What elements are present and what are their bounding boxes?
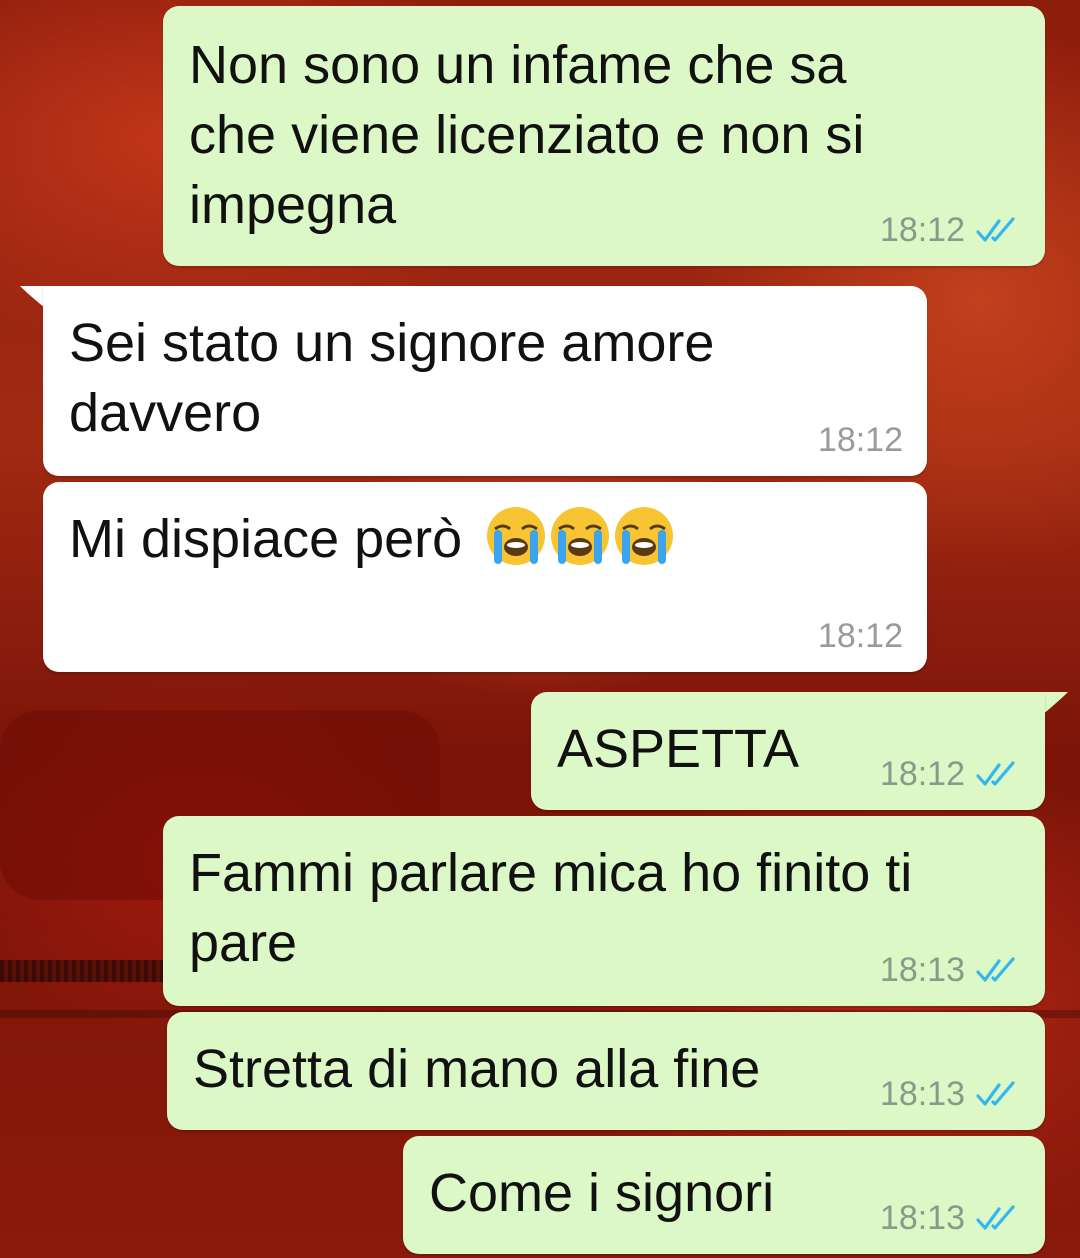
double-check-read-icon <box>976 1081 1015 1106</box>
message-time: 18:12 <box>817 617 903 655</box>
message-text: Sei stato un signore amore davvero <box>69 313 715 443</box>
message-time: 18:12 <box>879 755 965 793</box>
message-meta: 18:12 <box>880 754 1021 794</box>
double-check-read-icon <box>976 217 1015 242</box>
outgoing-message[interactable]: Fammi parlare mica ho finito ti pare 18:… <box>163 816 1045 1006</box>
double-check-read-icon <box>976 761 1015 786</box>
loudly-crying-face-icon <box>485 505 547 567</box>
message-time: 18:13 <box>879 1199 965 1237</box>
message-time: 18:12 <box>879 211 965 249</box>
message-meta: 18:13 <box>880 1198 1021 1238</box>
message-meta: 18:12 <box>880 210 1021 250</box>
wallpaper-decoration <box>0 960 170 982</box>
message-meta: 18:13 <box>880 1074 1021 1114</box>
message-text: Mi dispiace però <box>69 509 463 569</box>
double-check-read-icon <box>976 1205 1015 1230</box>
message-time: 18:13 <box>879 1075 965 1113</box>
outgoing-message[interactable]: Stretta di mano alla fine 18:13 <box>167 1012 1045 1130</box>
outgoing-message[interactable]: Non sono un infame che sa che viene lice… <box>163 6 1045 266</box>
message-meta: 18:13 <box>880 950 1021 990</box>
outgoing-message[interactable]: Come i signori 18:13 <box>403 1136 1045 1254</box>
message-text-line: Mi dispiace però <box>69 504 901 574</box>
outgoing-message[interactable]: ASPETTA 18:12 <box>531 692 1045 810</box>
incoming-message[interactable]: Mi dispiace però 18:12 <box>43 482 927 672</box>
loudly-crying-face-icon <box>613 505 675 567</box>
double-check-read-icon <box>976 957 1015 982</box>
message-text: Non sono un infame che sa che viene lice… <box>189 35 865 235</box>
loudly-crying-face-icon <box>549 505 611 567</box>
message-meta: 18:12 <box>818 616 903 656</box>
message-time: 18:13 <box>879 951 965 989</box>
incoming-message[interactable]: Sei stato un signore amore davvero 18:12 <box>43 286 927 476</box>
message-time: 18:12 <box>817 421 903 459</box>
message-meta: 18:12 <box>818 420 903 460</box>
